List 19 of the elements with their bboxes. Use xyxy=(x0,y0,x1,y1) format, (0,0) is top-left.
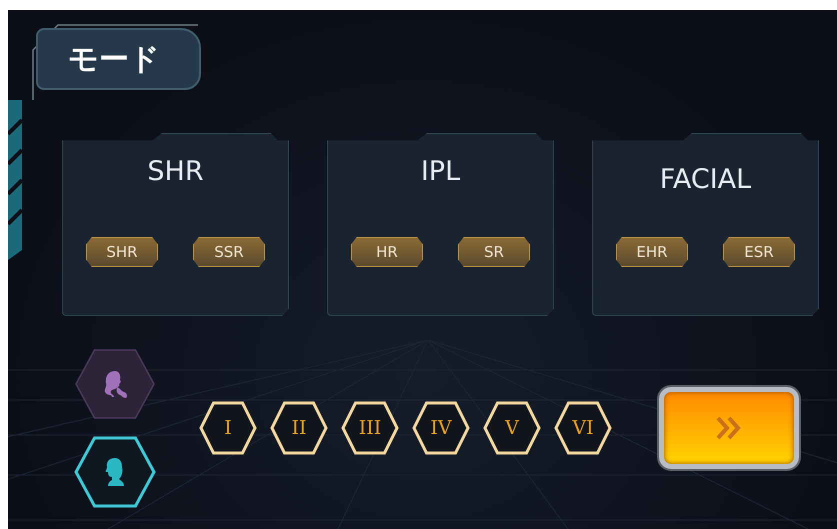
skin-type-button[interactable]: V xyxy=(483,401,541,455)
gender-button[interactable] xyxy=(74,436,156,508)
mode-button[interactable]: SHR xyxy=(86,237,158,267)
double-chevron-icon xyxy=(715,415,743,441)
card-title: IPL xyxy=(420,156,460,189)
mode-button[interactable]: SR xyxy=(458,237,530,267)
skin-type-button[interactable]: II xyxy=(270,401,328,455)
skin-type-button[interactable]: IV xyxy=(412,401,470,455)
skin-type-button[interactable]: VI xyxy=(554,401,612,455)
card-title: SHR xyxy=(147,156,204,189)
mode-button[interactable]: SSR xyxy=(193,237,265,267)
mode-button[interactable]: HR xyxy=(351,237,423,267)
card-title: FACIAL xyxy=(660,164,752,197)
gender-button[interactable] xyxy=(74,348,156,420)
mode-button[interactable]: EHR xyxy=(616,237,688,267)
mode-title: モード xyxy=(36,28,201,90)
mode-button[interactable]: ESR xyxy=(723,237,795,267)
skin-type-button[interactable]: III xyxy=(341,401,399,455)
skin-type-button[interactable]: I xyxy=(199,401,257,455)
